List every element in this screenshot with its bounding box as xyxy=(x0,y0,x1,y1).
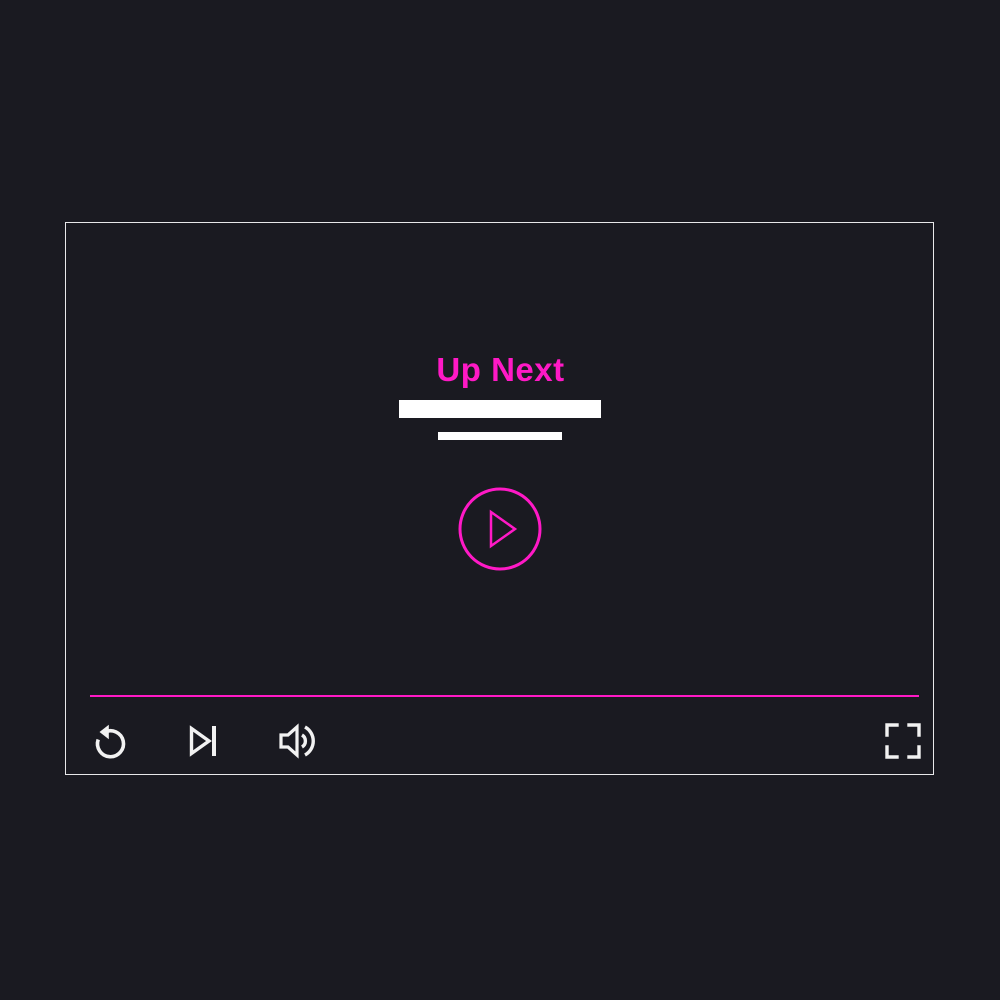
video-player: Up Next xyxy=(65,222,934,775)
volume-button[interactable] xyxy=(275,719,319,763)
next-video-title-placeholder xyxy=(399,400,601,418)
play-circle-icon xyxy=(458,487,542,571)
replay-icon xyxy=(95,724,126,759)
replay-button[interactable] xyxy=(88,719,132,763)
volume-icon xyxy=(279,723,315,759)
skip-next-icon xyxy=(189,725,216,757)
fullscreen-button[interactable] xyxy=(881,719,925,763)
fullscreen-icon xyxy=(885,723,921,759)
progress-bar-fill xyxy=(90,695,919,697)
progress-bar[interactable] xyxy=(90,695,919,697)
skip-next-button[interactable] xyxy=(181,719,225,763)
up-next-title: Up Next xyxy=(436,351,565,388)
next-video-subtitle-placeholder xyxy=(438,432,562,440)
play-next-button[interactable] xyxy=(458,487,542,571)
